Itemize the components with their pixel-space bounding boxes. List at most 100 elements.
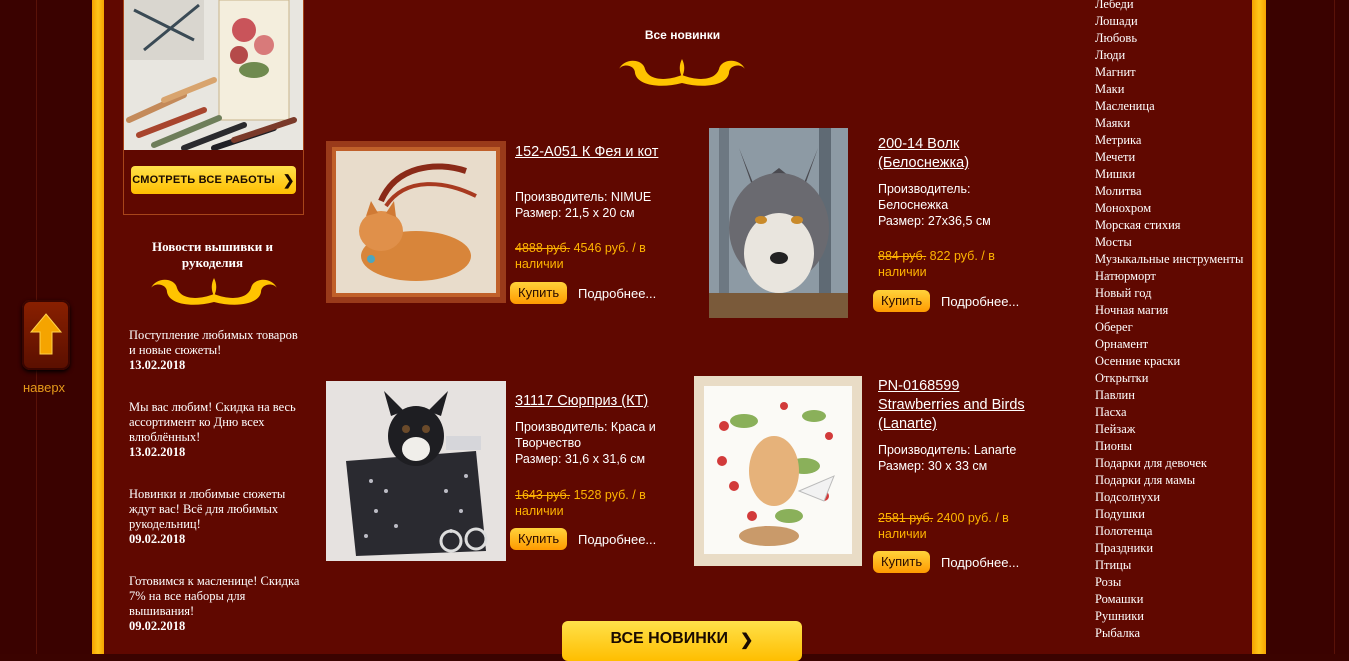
right-margin [1266,0,1349,654]
category-link[interactable]: Осенние краски [1095,353,1243,370]
arrow-up-icon [29,313,63,355]
right-gold-border [1252,0,1266,654]
buy-button[interactable]: Купить [510,528,568,550]
category-link[interactable]: Подарки для мамы [1095,472,1243,489]
details-link[interactable]: Подробнее... [578,532,656,547]
product-size: Размер: 31,6 х 31,6 см [515,452,646,466]
category-link[interactable]: Пасха [1095,404,1243,421]
product-size: Размер: 30 х 33 см [878,459,988,473]
product-image[interactable] [326,141,506,303]
buy-button[interactable]: Купить [510,282,568,304]
buy-button[interactable]: Купить [873,290,931,312]
view-all-works-label: СМОТРЕТЬ ВСЕ РАБОТЫ [132,174,275,186]
category-link[interactable]: Мосты [1095,234,1243,251]
product-image[interactable] [326,381,506,561]
product-image[interactable] [694,376,862,566]
product-info: Производитель: Белоснежка Размер: 27x36,… [878,181,1028,229]
category-link[interactable]: Пейзаж [1095,421,1243,438]
product-size: Размер: 27x36,5 см [878,214,991,228]
category-link[interactable]: Морская стихия [1095,217,1243,234]
back-to-top-label[interactable]: наверх [23,380,65,395]
category-link[interactable]: Ромашки [1095,591,1243,608]
category-link[interactable]: Подушки [1095,506,1243,523]
category-link[interactable]: Молитва [1095,183,1243,200]
category-link[interactable]: Магнит [1095,64,1243,81]
product-info: Производитель: NIMUE Размер: 21,5 х 20 с… [515,189,675,221]
news-item-text[interactable]: Готовимся к масленице! Скидка 7% на все … [129,574,299,618]
product-name-link[interactable]: 200-14 Волк (Белоснежка) [878,135,1028,173]
category-link[interactable]: Мечети [1095,149,1243,166]
promo-image[interactable] [124,0,303,150]
product-price: 2581 руб. 2400 руб. / в наличии [878,510,1038,542]
category-link[interactable]: Птицы [1095,557,1243,574]
category-link[interactable]: Рушники [1095,608,1243,625]
category-link[interactable]: Орнамент [1095,336,1243,353]
product-info: Производитель: Краса и Творчество Размер… [515,419,675,467]
details-link[interactable]: Подробнее... [941,555,1019,570]
category-link[interactable]: Мишки [1095,166,1243,183]
category-link[interactable]: Люди [1095,47,1243,64]
product-size: Размер: 21,5 х 20 см [515,206,635,220]
product-old-price: 4888 руб. [515,241,571,255]
all-new-items-label: ВСЕ НОВИНКИ [610,630,729,647]
product-name-link[interactable]: 31117 Сюрприз (КТ) [515,392,675,411]
all-new-items-button[interactable]: ВСЕ НОВИНКИ ❯ [562,621,802,661]
product-old-price: 884 руб. [878,249,927,263]
promo-box: СМОТРЕТЬ ВСЕ РАБОТЫ ❯ [123,0,304,215]
category-link[interactable]: Лошади [1095,13,1243,30]
category-link[interactable]: Натюрморт [1095,268,1243,285]
category-link[interactable]: Маки [1095,81,1243,98]
news-item: Поступление любимых товаров и новые сюже… [129,328,304,373]
product-name-link[interactable]: 152-А051 К Фея и кот [515,143,665,162]
category-link[interactable]: Пионы [1095,438,1243,455]
category-link[interactable]: Праздники [1095,540,1243,557]
news-item: Мы вас любим! Скидка на весь ассортимент… [129,400,304,460]
product-maker: Производитель: Белоснежка [878,182,971,212]
ornament-icon [619,59,745,86]
news-item-date: 13.02.2018 [129,358,186,372]
buy-button[interactable]: Купить [873,551,931,573]
details-link[interactable]: Подробнее... [578,286,656,301]
back-to-top-button[interactable] [22,300,70,370]
product-maker: Производитель: NIMUE [515,190,652,204]
product-image[interactable] [709,128,848,318]
news-item-date: 09.02.2018 [129,532,186,546]
category-link[interactable]: Полотенца [1095,523,1243,540]
category-link[interactable]: Оберег [1095,319,1243,336]
category-link[interactable]: Маяки [1095,115,1243,132]
category-link[interactable]: Павлин [1095,387,1243,404]
news-heading: Новости вышивки и рукоделия [152,239,273,270]
product-price: 884 руб. 822 руб. / в наличии [878,248,1033,280]
category-link[interactable]: Музыкальные инструменты [1095,251,1243,268]
new-items-heading: Все новинки [644,28,721,42]
ornament-icon [151,278,277,305]
product-name-link[interactable]: PN-0168599 Strawberries and Birds (Lanar… [878,377,1038,434]
category-link[interactable]: Открытки [1095,370,1243,387]
category-link[interactable]: Масленица [1095,98,1243,115]
product-price: 1643 руб. 1528 руб. / в наличии [515,487,675,519]
news-item: Готовимся к масленице! Скидка 7% на все … [129,574,304,634]
news-item: Новинки и любимые сюжеты ждут вас! Всё д… [129,487,304,547]
left-gold-border [92,0,104,654]
details-link[interactable]: Подробнее... [941,294,1019,309]
category-link[interactable]: Подсолнухи [1095,489,1243,506]
product-price: 4888 руб. 4546 руб. / в наличии [515,240,675,272]
category-link[interactable]: Монохром [1095,200,1243,217]
product-old-price: 1643 руб. [515,488,571,502]
view-all-works-button[interactable]: СМОТРЕТЬ ВСЕ РАБОТЫ ❯ [131,166,296,194]
category-link[interactable]: Любовь [1095,30,1243,47]
news-item-text[interactable]: Поступление любимых товаров и новые сюже… [129,328,298,357]
news-item-text[interactable]: Мы вас любим! Скидка на весь ассортимент… [129,400,296,444]
chevron-right-icon: ❯ [282,171,295,188]
category-link[interactable]: Рыбалка [1095,625,1243,642]
category-link[interactable]: Метрика [1095,132,1243,149]
news-item-date: 09.02.2018 [129,619,186,633]
chevron-right-icon: ❯ [740,632,754,649]
category-link[interactable]: Ночная магия [1095,302,1243,319]
category-link[interactable]: Новый год [1095,285,1243,302]
category-link[interactable]: Лебеди [1095,0,1243,13]
category-link[interactable]: Подарки для девочек [1095,455,1243,472]
news-item-text[interactable]: Новинки и любимые сюжеты ждут вас! Всё д… [129,487,285,531]
category-link[interactable]: Розы [1095,574,1243,591]
product-info: Производитель: Lanarte Размер: 30 х 33 с… [878,442,1028,474]
